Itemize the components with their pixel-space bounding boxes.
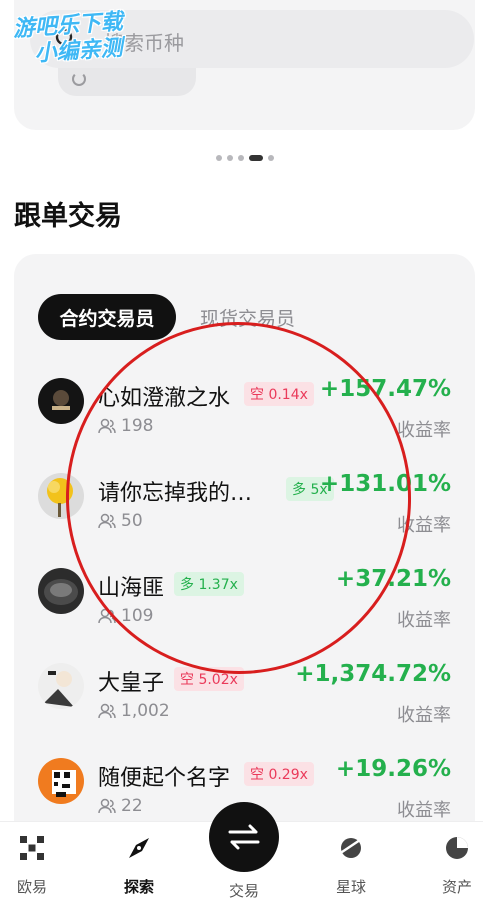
nav-okx[interactable]: 欧易: [0, 834, 67, 898]
follower-count: 198: [98, 416, 153, 436]
tab-futures-traders[interactable]: 合约交易员: [38, 294, 176, 340]
pnl-label: 收益率: [397, 420, 451, 441]
avatar: [38, 758, 84, 804]
planet-icon: [338, 836, 364, 858]
avatar: [38, 568, 84, 614]
position-badge: 空 0.29x: [244, 762, 314, 786]
nav-trade-label: 交易: [228, 882, 259, 899]
copy-trading-card: 合约交易员 现货交易员 心如澄澈之水 空 0.14x 198 +157.47% …: [14, 254, 475, 854]
follower-count: 1,002: [98, 701, 170, 721]
carousel-dot-active: [249, 155, 263, 161]
people-icon: [98, 513, 116, 529]
pnl-label: 收益率: [397, 705, 451, 726]
nav-label: 星球: [335, 878, 366, 896]
section-title: 跟单交易: [14, 201, 122, 232]
nav-explore[interactable]: 探索: [104, 834, 174, 898]
compass-icon: [129, 838, 149, 858]
trader-name: 心如澄澈之水: [98, 386, 231, 411]
follower-count-value: 109: [121, 606, 154, 626]
swap-arrows-icon: [228, 824, 260, 850]
follower-count-value: 1,002: [121, 701, 170, 721]
pnl-label: 收益率: [397, 515, 451, 536]
trader-name: 随便起个名字: [98, 766, 231, 791]
pnl-label: 收益率: [397, 800, 451, 821]
pnl-percent: +37.21%: [335, 566, 451, 592]
history-icon: [72, 72, 86, 86]
trader-row[interactable]: 心如澄澈之水 空 0.14x 198 +157.47% 收益率: [14, 376, 475, 456]
trader-row[interactable]: 请你忘掉我的… 多 5x 50 +131.01% 收益率: [14, 471, 475, 551]
trader-name: 请你忘掉我的…: [98, 481, 253, 506]
pnl-percent: +1,374.72%: [295, 661, 451, 687]
nav-label: 探索: [123, 878, 154, 896]
carousel-dot: [238, 155, 244, 161]
avatar: [38, 663, 84, 709]
avatar: [38, 378, 84, 424]
pie-chart-icon: [446, 837, 468, 859]
trader-row[interactable]: 大皇子 空 5.02x 1,002 +1,374.72% 收益率: [14, 661, 475, 741]
follower-count: 50: [98, 511, 143, 531]
trader-name: 山海匪: [98, 576, 165, 601]
people-icon: [98, 608, 116, 624]
follower-count: 22: [98, 796, 143, 816]
follower-count-value: 22: [121, 796, 143, 816]
nav-assets[interactable]: 资产: [422, 834, 483, 898]
watermark: 游吧乐下载 小编亲测: [12, 7, 166, 77]
trade-button[interactable]: [209, 802, 279, 872]
follower-count: 109: [98, 606, 153, 626]
position-badge: 多 1.37x: [174, 572, 244, 596]
follower-count-value: 50: [121, 511, 143, 531]
carousel-dot: [227, 155, 233, 161]
carousel-dot: [216, 155, 222, 161]
people-icon: [98, 798, 116, 814]
position-badge: 空 5.02x: [174, 667, 244, 691]
nav-label: 资产: [441, 878, 472, 896]
carousel-dot: [268, 155, 274, 161]
pnl-percent: +157.47%: [319, 376, 451, 402]
tab-spot-traders[interactable]: 现货交易员: [200, 294, 295, 340]
trader-row[interactable]: 山海匪 多 1.37x 109 +37.21% 收益率: [14, 566, 475, 646]
people-icon: [98, 703, 116, 719]
trader-name: 大皇子: [98, 671, 165, 696]
nav-planet[interactable]: 星球: [316, 834, 386, 898]
carousel-indicator: [216, 154, 274, 162]
nav-label: 欧易: [16, 878, 47, 896]
pnl-label: 收益率: [397, 610, 451, 631]
position-badge: 空 0.14x: [244, 382, 314, 406]
follower-count-value: 198: [121, 416, 154, 436]
okx-logo-icon: [20, 836, 44, 860]
avatar: [38, 473, 84, 519]
pnl-percent: +131.01%: [319, 471, 451, 497]
pnl-percent: +19.26%: [335, 756, 451, 782]
people-icon: [98, 418, 116, 434]
